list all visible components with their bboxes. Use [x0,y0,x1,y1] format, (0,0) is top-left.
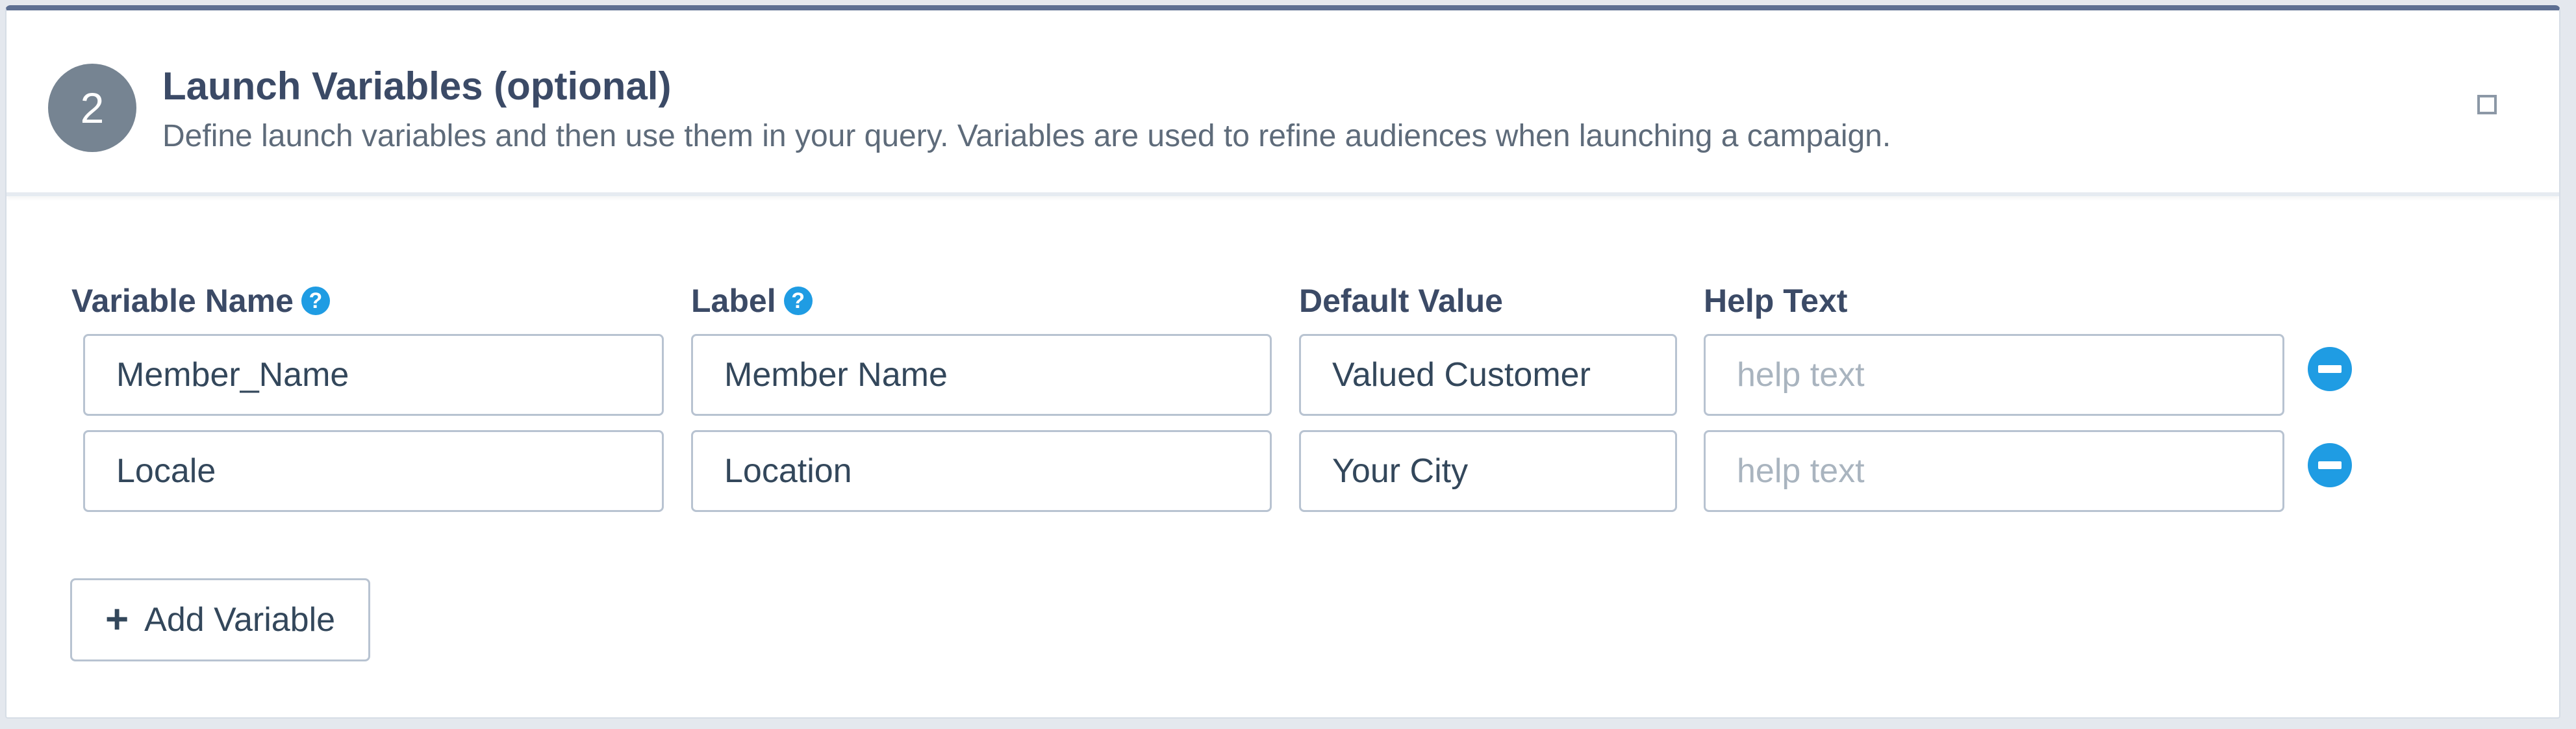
default-value-column-label: Default Value [1299,282,1503,320]
default-value-input[interactable] [1299,430,1677,512]
label-label-text: Label [691,283,776,319]
remove-row-minus-icon[interactable] [2308,347,2352,391]
variable-name-label-text: Variable Name [71,283,294,319]
section-title: Launch Variables (optional) [162,64,672,108]
variable-name-input[interactable] [83,334,664,416]
remove-row-minus-icon[interactable] [2308,443,2352,487]
default-value-label-text: Default Value [1299,283,1503,319]
step-number-badge: 2 [48,64,136,152]
collapse-toggle-icon[interactable] [2477,95,2497,114]
label-input[interactable] [691,334,1272,416]
label-input[interactable] [691,430,1272,512]
label-help-icon[interactable]: ? [783,287,813,315]
help-text-column-label: Help Text [1704,282,1847,320]
help-text-label-text: Help Text [1704,283,1848,319]
launch-variables-panel: 2 Launch Variables (optional) Define lau… [5,5,2560,719]
label-column-label: Label ? [691,282,813,320]
help-text-input[interactable] [1704,334,2284,416]
add-variable-button[interactable]: + Add Variable [70,578,370,661]
add-variable-label: Add Variable [144,601,336,639]
variable-name-input[interactable] [83,430,664,512]
variable-name-column-label: Variable Name ? [71,282,330,320]
plus-icon: + [105,597,129,642]
default-value-input[interactable] [1299,334,1677,416]
variable-name-help-icon[interactable]: ? [301,287,330,315]
help-text-input[interactable] [1704,430,2284,512]
section-header: 2 Launch Variables (optional) Define lau… [6,10,2559,196]
section-description: Define launch variables and then use the… [162,119,1891,153]
